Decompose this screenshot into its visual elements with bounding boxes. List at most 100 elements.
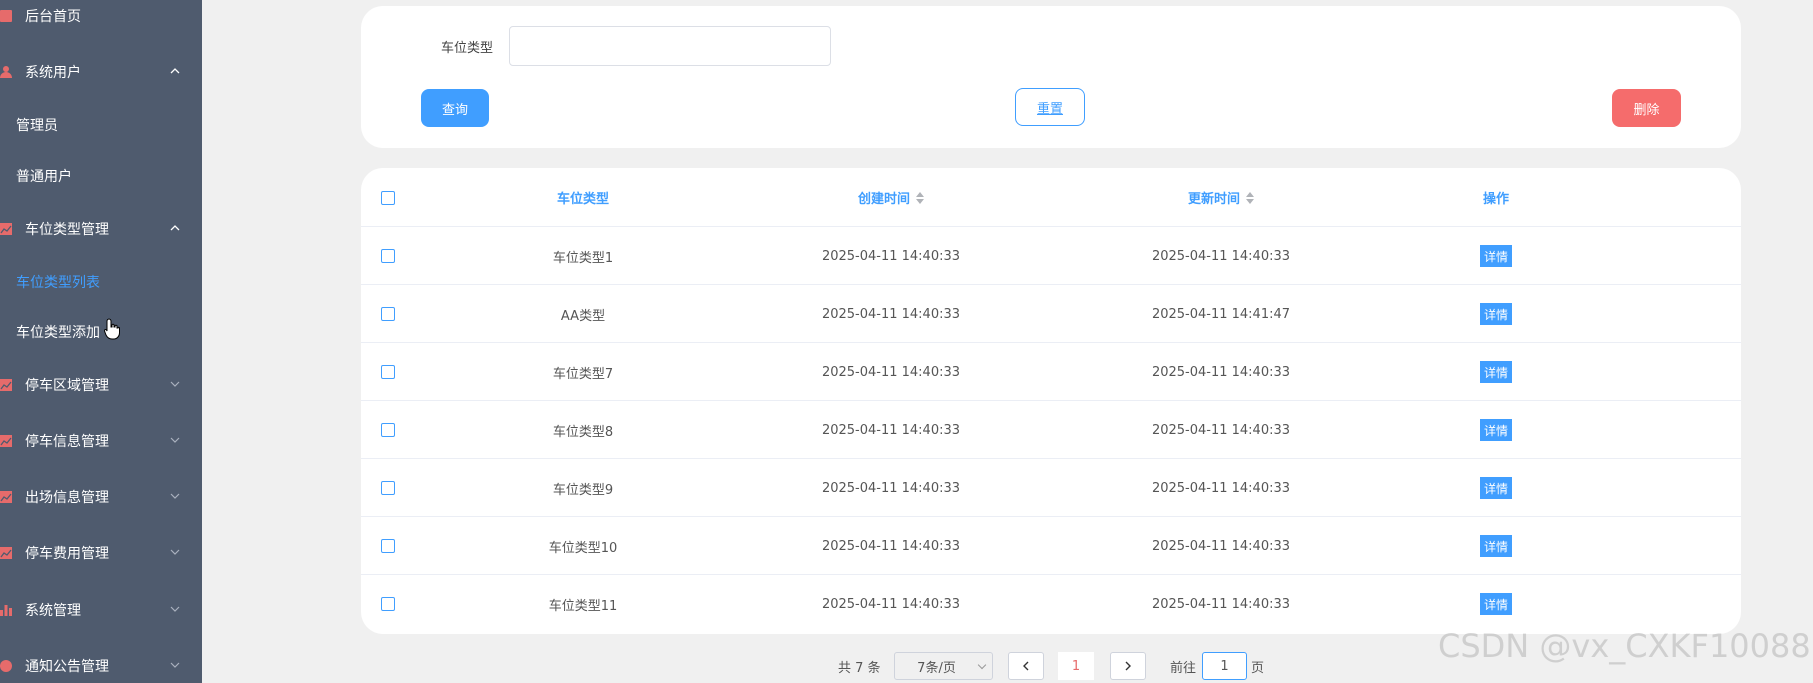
page-suffix-label: 页 [1251, 660, 1265, 676]
chevron-down-icon [170, 606, 180, 612]
row-checkbox[interactable] [381, 423, 395, 437]
chevron-down-icon [170, 549, 180, 555]
user-icon [0, 66, 12, 78]
chart-icon [0, 379, 12, 391]
chart-icon [0, 223, 12, 235]
chart-icon [0, 547, 12, 559]
pagination-total: 共 7 条 [838, 660, 881, 676]
table-row: 车位类型11 2025-04-11 14:40:33 2025-04-11 14… [361, 575, 1741, 633]
sidebar-item-parking-type-mgmt[interactable]: 车位类型管理 [0, 209, 202, 249]
sidebar-item-label: 系统用户 [25, 65, 81, 81]
cell-updated: 2025-04-11 14:40:33 [1151, 538, 1291, 554]
detail-button[interactable]: 详情 [1479, 303, 1512, 325]
info-icon [0, 660, 12, 672]
chevron-right-icon [1125, 661, 1131, 671]
cell-updated: 2025-04-11 14:40:33 [1151, 248, 1291, 264]
row-checkbox[interactable] [381, 539, 395, 553]
sidebar-item-label: 管理员 [16, 118, 58, 134]
cell-created: 2025-04-11 14:40:33 [821, 596, 961, 612]
sidebar-item-parking-area-mgmt[interactable]: 停车区域管理 [0, 365, 202, 405]
row-checkbox[interactable] [381, 481, 395, 495]
sort-icon[interactable] [1246, 191, 1254, 204]
chevron-up-icon [170, 68, 180, 74]
cell-created: 2025-04-11 14:40:33 [821, 422, 961, 438]
cell-created: 2025-04-11 14:40:33 [821, 248, 961, 264]
detail-button[interactable]: 详情 [1479, 245, 1512, 267]
monitor-icon [0, 10, 12, 22]
table-header: 车位类型 创建时间 更新时间 操作 [361, 168, 1741, 227]
sidebar: 后台首页 系统用户 管理员 普通用户 车位类型管理 车位类型列表 车位类型添加 … [0, 0, 202, 683]
row-checkbox[interactable] [381, 249, 395, 263]
sidebar-item-dashboard[interactable]: 后台首页 [0, 0, 202, 36]
row-checkbox[interactable] [381, 307, 395, 321]
column-header-label: 创建时间 [857, 192, 910, 207]
page-number-current[interactable]: 1 [1058, 652, 1094, 680]
chart-icon [0, 491, 12, 503]
detail-button[interactable]: 详情 [1479, 361, 1512, 383]
chevron-left-icon [1023, 661, 1029, 671]
sidebar-item-admins[interactable]: 管理员 [16, 105, 58, 145]
detail-button[interactable]: 详情 [1479, 477, 1512, 499]
cell-type: AA类型 [560, 308, 606, 324]
sidebar-item-exit-info-mgmt[interactable]: 出场信息管理 [0, 477, 202, 517]
chart-icon [0, 435, 12, 447]
sidebar-item-label: 通知公告管理 [25, 659, 109, 675]
sidebar-item-label: 普通用户 [16, 169, 72, 185]
goto-label: 前往 [1170, 660, 1197, 676]
cell-created: 2025-04-11 14:40:33 [821, 538, 961, 554]
chevron-down-icon [170, 493, 180, 499]
cell-updated: 2025-04-11 14:40:33 [1151, 364, 1291, 380]
column-header-label: 更新时间 [1187, 192, 1240, 207]
sidebar-item-label: 车位类型管理 [25, 222, 109, 238]
sidebar-item-parking-fee-mgmt[interactable]: 停车费用管理 [0, 533, 202, 573]
sidebar-item-parking-type-list[interactable]: 车位类型列表 [16, 262, 100, 302]
detail-button[interactable]: 详情 [1479, 419, 1512, 441]
chevron-down-icon [977, 660, 987, 670]
cell-type: 车位类型11 [548, 598, 618, 614]
sidebar-item-system-mgmt[interactable]: 系统管理 [0, 590, 202, 630]
prev-page-button[interactable] [1008, 652, 1044, 680]
column-header-op: 操作 [1482, 192, 1509, 207]
column-header-updated[interactable]: 更新时间 [1121, 168, 1321, 227]
goto-page-input[interactable] [1202, 652, 1247, 680]
page-size-select[interactable]: 7条/页 [894, 652, 993, 680]
select-all-checkbox[interactable] [381, 190, 395, 205]
parking-type-search-input[interactable] [509, 26, 831, 66]
chevron-up-icon [170, 225, 180, 231]
sidebar-item-label: 车位类型添加 [16, 325, 100, 341]
sidebar-item-label: 停车费用管理 [25, 546, 109, 562]
sort-icon[interactable] [916, 191, 924, 204]
reset-button[interactable]: 重置 [1015, 88, 1085, 126]
cell-type: 车位类型8 [552, 424, 614, 440]
sidebar-item-parking-type-add[interactable]: 车位类型添加 [16, 312, 100, 352]
cell-updated: 2025-04-11 14:40:33 [1151, 480, 1291, 496]
sidebar-item-regular-users[interactable]: 普通用户 [16, 156, 72, 196]
next-page-button[interactable] [1110, 652, 1146, 680]
table-row: 车位类型1 2025-04-11 14:40:33 2025-04-11 14:… [361, 227, 1741, 285]
chevron-down-icon [170, 381, 180, 387]
sidebar-item-system-users[interactable]: 系统用户 [0, 52, 202, 92]
cell-updated: 2025-04-11 14:40:33 [1151, 422, 1291, 438]
watermark: CSDN @vx_CXKF10088 [1438, 627, 1811, 665]
query-button[interactable]: 查询 [421, 89, 489, 127]
parking-type-table: 车位类型 创建时间 更新时间 操作 车位类型1 2025-04-11 14:40… [361, 168, 1741, 634]
sidebar-item-label: 后台首页 [25, 9, 81, 25]
detail-button[interactable]: 详情 [1479, 535, 1512, 557]
cell-created: 2025-04-11 14:40:33 [821, 306, 961, 322]
column-header-created[interactable]: 创建时间 [791, 168, 991, 227]
sidebar-item-label: 出场信息管理 [25, 490, 109, 506]
sidebar-item-notice-mgmt[interactable]: 通知公告管理 [0, 646, 202, 683]
delete-button[interactable]: 删除 [1612, 89, 1681, 127]
chevron-down-icon [170, 437, 180, 443]
table-row: 车位类型9 2025-04-11 14:40:33 2025-04-11 14:… [361, 459, 1741, 517]
cell-type: 车位类型1 [552, 250, 614, 266]
sidebar-item-label: 车位类型列表 [16, 275, 100, 291]
row-checkbox[interactable] [381, 597, 395, 611]
sidebar-item-label: 停车区域管理 [25, 378, 109, 394]
detail-button[interactable]: 详情 [1479, 593, 1512, 615]
row-checkbox[interactable] [381, 365, 395, 379]
search-panel: 车位类型 查询 重置 删除 [361, 6, 1741, 148]
sidebar-item-label: 系统管理 [25, 603, 81, 619]
sidebar-item-parking-info-mgmt[interactable]: 停车信息管理 [0, 421, 202, 461]
cell-created: 2025-04-11 14:40:33 [821, 364, 961, 380]
